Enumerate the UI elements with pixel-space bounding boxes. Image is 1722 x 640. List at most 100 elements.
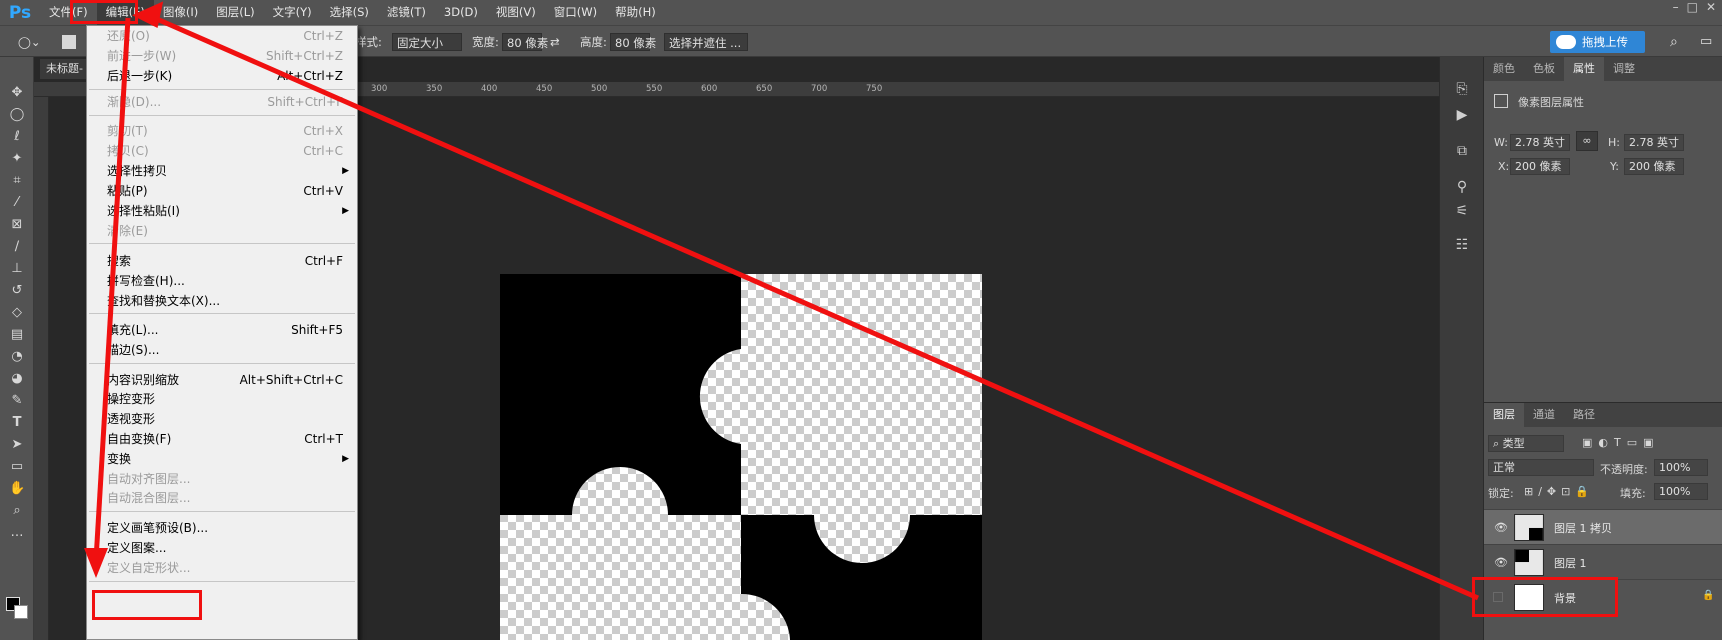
menu-item-define-pattern[interactable]: 定义图案... (87, 538, 357, 558)
menu-item-puppet-warp[interactable]: 操控变形 (87, 389, 357, 409)
document-tab[interactable]: 未标题- (40, 59, 88, 79)
ellipse-marquee-tool-icon[interactable]: ◯ (9, 107, 25, 123)
menu-type[interactable]: 文字(Y) (264, 0, 321, 25)
menu-item-paste[interactable]: 粘贴(P) Ctrl+V (87, 181, 357, 201)
menu-item-find-replace[interactable]: 查找和替换文本(X)... (87, 291, 357, 311)
gradient-tool-icon[interactable]: ▤ (9, 327, 25, 343)
menu-item-fade[interactable]: 渐隐(D)... Shift+Ctrl+F (87, 92, 357, 112)
tab-channels[interactable]: 通道 (1524, 403, 1564, 427)
close-icon[interactable]: ✕ (1706, 0, 1716, 18)
upload-button[interactable]: 拖拽上传 (1550, 31, 1645, 53)
menu-item-content-aware-scale[interactable]: 内容识别缩放 Alt+Shift+Ctrl+C (87, 370, 357, 390)
menu-item-paste-special[interactable]: 选择性粘贴(I) ▶ (87, 201, 357, 221)
history-panel-icon[interactable]: ⎘ (1454, 81, 1470, 97)
magic-wand-tool-icon[interactable]: ✦ (9, 151, 25, 167)
frame-tool-icon[interactable]: ⊠ (9, 217, 25, 233)
layer-name[interactable]: 图层 1 拷贝 (1554, 520, 1612, 536)
layer-name[interactable]: 图层 1 (1554, 555, 1587, 571)
lasso-tool-icon[interactable]: ℓ (9, 129, 25, 145)
menu-layer[interactable]: 图层(L) (207, 0, 263, 25)
menu-item-spell-check[interactable]: 拼写检查(H)... (87, 271, 357, 291)
ellipse-marquee-icon[interactable]: ◯⌄ (18, 33, 41, 51)
menu-item-auto-blend[interactable]: 自动混合图层... (87, 488, 357, 508)
eraser-tool-icon[interactable]: ◇ (9, 305, 25, 321)
width-input[interactable]: 80 像素 (502, 33, 548, 51)
hand-tool-icon[interactable]: ✋ (9, 481, 25, 497)
layer-row[interactable]: 👁 图层 1 拷贝 (1484, 509, 1722, 544)
menu-item-clear[interactable]: 清除(E) (87, 221, 357, 241)
menu-item-auto-align[interactable]: 自动对齐图层... (87, 469, 357, 489)
adjustments-icon[interactable]: ⚟ (1454, 203, 1470, 219)
actions-play-icon[interactable]: ▶ (1454, 107, 1470, 123)
height-input[interactable]: 80 像素 (610, 33, 656, 51)
x-input[interactable]: 200 像素 (1510, 158, 1570, 175)
opacity-input[interactable]: 100% (1654, 459, 1708, 476)
move-tool-icon[interactable]: ✥ (9, 85, 25, 101)
lock-icons[interactable]: ⊞∕✥⊡🔒 (1524, 485, 1594, 498)
new-selection-icon[interactable] (62, 35, 76, 49)
search-icon[interactable]: ⌕ (1670, 33, 1678, 51)
menu-image[interactable]: 图像(I) (154, 0, 207, 25)
eyedropper-tool-icon[interactable]: ⁄ (9, 195, 25, 211)
menu-3d[interactable]: 3D(D) (435, 0, 487, 25)
workspace-icon[interactable]: ▭ (1700, 33, 1712, 51)
artboard-puzzle[interactable] (500, 274, 982, 640)
eye-icon[interactable]: 👁 (1494, 521, 1508, 534)
crop-tool-icon[interactable]: ⌗ (9, 173, 25, 189)
brush-tool-icon[interactable]: ∕ (9, 239, 25, 255)
menu-window[interactable]: 窗口(W) (545, 0, 606, 25)
menu-item-copy-special[interactable]: 选择性拷贝 ▶ (87, 161, 357, 181)
libraries-icon[interactable]: ☷ (1454, 237, 1470, 253)
menu-item-perspective-warp[interactable]: 透视变形 (87, 409, 357, 429)
brush-settings-icon[interactable]: ⚲ (1454, 179, 1470, 195)
menu-filter[interactable]: 滤镜(T) (378, 0, 435, 25)
menu-item-free-transform[interactable]: 自由变换(F) Ctrl+T (87, 429, 357, 449)
menu-item-undo[interactable]: 还原(O) Ctrl+Z (87, 26, 357, 46)
restore-icon[interactable]: □ (1687, 0, 1698, 18)
zoom-tool-icon[interactable]: ⌕ (9, 503, 25, 519)
tab-adjustments[interactable]: 调整 (1604, 57, 1644, 81)
fill-input[interactable]: 100% (1654, 483, 1708, 500)
menu-item-define-brush[interactable]: 定义画笔预设(B)... (87, 518, 357, 538)
menu-help[interactable]: 帮助(H) (606, 0, 665, 25)
w-input[interactable]: 2.78 英寸 (1510, 134, 1570, 151)
swap-icon[interactable]: ⇄ (550, 33, 560, 51)
dodge-tool-icon[interactable]: ◕ (9, 371, 25, 387)
tab-layers[interactable]: 图层 (1484, 403, 1524, 427)
minimize-icon[interactable]: – (1673, 0, 1679, 18)
blend-mode-select[interactable]: 正常 (1488, 459, 1594, 476)
blur-tool-icon[interactable]: ◔ (9, 349, 25, 365)
tab-properties[interactable]: 属性 (1564, 57, 1604, 81)
tab-color[interactable]: 颜色 (1484, 57, 1524, 81)
menu-item-transform[interactable]: 变换 ▶ (87, 449, 357, 469)
type-tool-icon[interactable]: T (9, 415, 25, 431)
menu-view[interactable]: 视图(V) (487, 0, 545, 25)
menu-item-copy[interactable]: 拷贝(C) Ctrl+C (87, 141, 357, 161)
menu-item-step-backward[interactable]: 后退一步(K) Alt+Ctrl+Z (87, 66, 357, 86)
menu-item-define-custom-shape[interactable]: 定义自定形状... (87, 558, 357, 578)
menu-select[interactable]: 选择(S) (321, 0, 378, 25)
filter-icons[interactable]: ▣◐T▭▣ (1582, 436, 1660, 449)
menu-item-step-forward[interactable]: 前进一步(W) Shift+Ctrl+Z (87, 46, 357, 66)
y-input[interactable]: 200 像素 (1624, 158, 1684, 175)
select-and-mask-button[interactable]: 选择并遮住 ... (664, 33, 748, 51)
tab-paths[interactable]: 路径 (1564, 403, 1604, 427)
link-icon[interactable]: ∞ (1576, 131, 1598, 151)
menu-item-cut[interactable]: 剪切(T) Ctrl+X (87, 121, 357, 141)
h-input[interactable]: 2.78 英寸 (1624, 134, 1684, 151)
menu-item-fill[interactable]: 填充(L)... Shift+F5 (87, 320, 357, 340)
tool-presets-icon[interactable]: ⧉ (1454, 143, 1470, 159)
shape-tool-icon[interactable]: ▭ (9, 459, 25, 475)
background-color-swatch[interactable] (14, 605, 28, 619)
eye-icon[interactable]: 👁 (1494, 556, 1508, 569)
history-brush-icon[interactable]: ↺ (9, 283, 25, 299)
menu-item-stroke[interactable]: 描边(S)... (87, 340, 357, 360)
stamp-tool-icon[interactable]: ⊥ (9, 261, 25, 277)
style-select[interactable]: 固定大小 (392, 33, 462, 51)
layer-filter-select[interactable]: ⌕ 类型 (1488, 435, 1564, 452)
more-tools-icon[interactable]: … (9, 525, 25, 541)
menu-item-search[interactable]: 搜索 Ctrl+F (87, 251, 357, 271)
pen-tool-icon[interactable]: ✎ (9, 393, 25, 409)
path-select-tool-icon[interactable]: ➤ (9, 437, 25, 453)
layer-row[interactable]: 👁 图层 1 (1484, 544, 1722, 579)
